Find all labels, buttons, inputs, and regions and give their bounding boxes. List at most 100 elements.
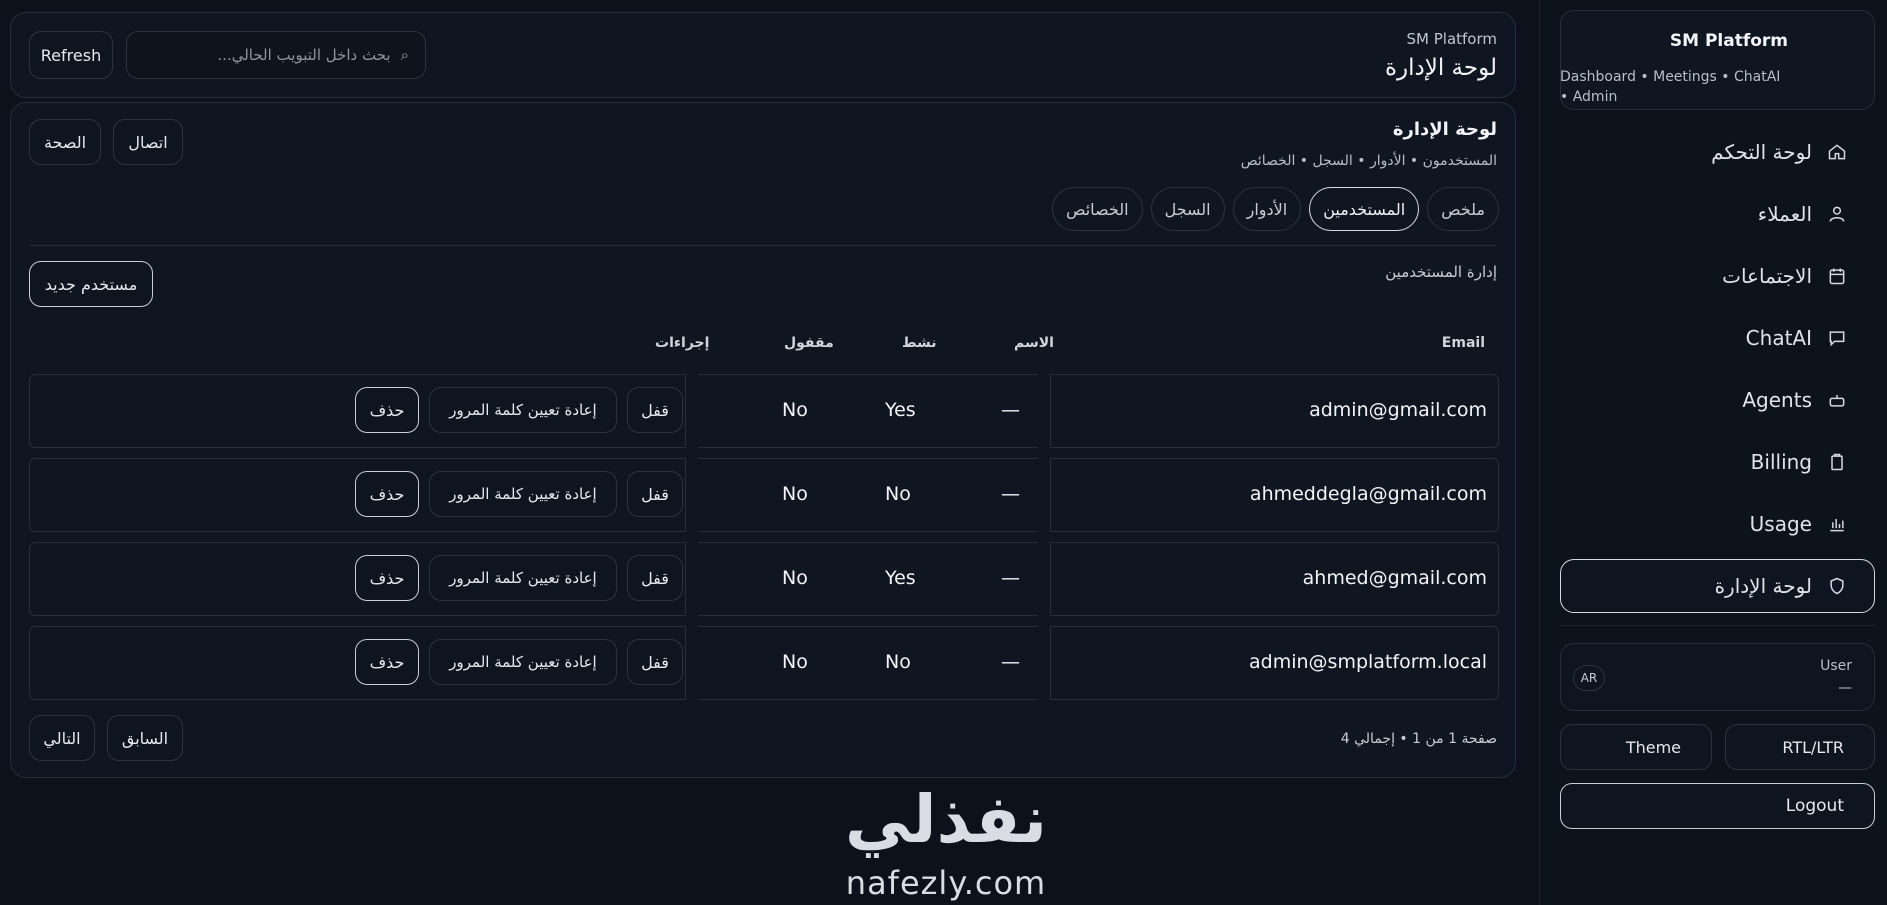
breadcrumb: SM Platform [1406, 30, 1498, 48]
column-header-name: الاسم [1014, 335, 1054, 351]
user-locked: No [782, 399, 808, 421]
brand-card: SM Platform Dashboard • Meetings • ChatA… [1560, 10, 1875, 110]
user-icon [1826, 203, 1848, 225]
rtl-toggle-button[interactable]: RTL/LTR [1725, 724, 1875, 770]
table-row: ahmeddegla@gmail.com — No No قفل إعادة ت… [29, 458, 1499, 532]
user-label: User [1820, 658, 1852, 674]
status-cell [698, 458, 1038, 532]
reset-password-button[interactable]: إعادة تعيين كلمة المرور [429, 387, 617, 433]
delete-button[interactable]: حذف [355, 387, 419, 433]
user-active: Yes [885, 567, 916, 589]
logout-button[interactable]: Logout [1560, 783, 1875, 829]
table-row: admin@smplatform.local — No No قفل إعادة… [29, 626, 1499, 700]
panel-subtitle: المستخدمون • الأدوار • السجل • الخصائص [1240, 153, 1497, 169]
sidebar-item-customers[interactable]: العملاء [1560, 187, 1875, 241]
next-page-button[interactable]: التالي [29, 715, 95, 761]
user-value: — [1838, 680, 1852, 696]
lock-button[interactable]: قفل [627, 387, 683, 433]
column-header-actions: إجراءات [655, 335, 710, 351]
lock-button[interactable]: قفل [627, 471, 683, 517]
brand-subtitle: Dashboard • Meetings • ChatAI • Admin [1560, 69, 1781, 105]
tab-log[interactable]: السجل [1150, 187, 1225, 231]
user-name: — [1001, 651, 1020, 673]
user-card: User — AR [1560, 643, 1875, 711]
column-header-locked: مقفول [784, 335, 834, 351]
sidebar-item-label: ChatAI [1745, 326, 1812, 350]
user-active: Yes [885, 399, 916, 421]
refresh-button[interactable]: Refresh [29, 31, 113, 79]
sidebar: SM Platform Dashboard • Meetings • ChatA… [1539, 0, 1887, 905]
search-icon: ⌕ [400, 46, 409, 64]
sidebar-item-usage[interactable]: Usage [1560, 497, 1875, 551]
sidebar-item-billing[interactable]: Billing [1560, 435, 1875, 489]
sidebar-item-label: الاجتماعات [1722, 264, 1812, 288]
table-header: Email الاسم نشط مقفول إجراءات [29, 335, 1497, 359]
bar-chart-icon [1826, 513, 1848, 535]
table-row: admin@gmail.com — Yes No قفل إعادة تعيين… [29, 374, 1499, 448]
watermark-url: nafezly.com [845, 864, 1047, 902]
sidebar-item-label: Agents [1742, 388, 1812, 412]
lock-button[interactable]: قفل [627, 639, 683, 685]
sidebar-item-dashboard[interactable]: لوحة التحكم [1560, 125, 1875, 179]
panel-divider [29, 245, 1497, 246]
status-cell [698, 374, 1038, 448]
sidebar-divider [1560, 625, 1875, 626]
search-input[interactable] [150, 46, 391, 64]
connection-button[interactable]: اتصال [113, 119, 183, 165]
sidebar-nav: لوحة التحكم العملاء الاجتماعات ChatAI Ag… [1560, 125, 1875, 621]
shield-icon [1826, 575, 1848, 597]
brand-title: SM Platform [1669, 31, 1788, 51]
clipboard-icon [1826, 451, 1848, 473]
home-icon [1826, 141, 1848, 163]
status-cell [698, 626, 1038, 700]
sidebar-item-label: Billing [1750, 450, 1812, 474]
column-header-active: نشط [902, 335, 937, 351]
chat-icon [1826, 327, 1848, 349]
user-email: ahmeddegla@gmail.com [1249, 483, 1487, 505]
tab-roles[interactable]: الأدوار [1232, 187, 1302, 231]
user-locked: No [782, 483, 808, 505]
user-name: — [1001, 567, 1020, 589]
user-active: No [885, 483, 911, 505]
new-user-button[interactable]: مستخدم جديد [29, 261, 153, 307]
sidebar-item-chatai[interactable]: ChatAI [1560, 311, 1875, 365]
search-box: ⌕ [126, 31, 426, 79]
pagination-info: صفحة 1 من 1 • إجمالي 4 [1340, 731, 1497, 747]
previous-page-button[interactable]: السابق [107, 715, 183, 761]
page-title: لوحة الإدارة [1384, 55, 1497, 81]
user-locked: No [782, 567, 808, 589]
column-header-email: Email [1441, 335, 1485, 351]
sidebar-item-meetings[interactable]: الاجتماعات [1560, 249, 1875, 303]
user-active: No [885, 651, 911, 673]
robot-icon [1826, 389, 1848, 411]
tab-summary[interactable]: ملخص [1427, 187, 1499, 231]
delete-button[interactable]: حذف [355, 471, 419, 517]
tab-properties[interactable]: الخصائص [1052, 187, 1143, 231]
sidebar-item-label: العملاء [1757, 202, 1812, 226]
delete-button[interactable]: حذف [355, 639, 419, 685]
lock-button[interactable]: قفل [627, 555, 683, 601]
theme-toggle-button[interactable]: Theme [1560, 724, 1712, 770]
language-badge[interactable]: AR [1573, 665, 1605, 691]
watermark-logo: نفذلي [845, 781, 1047, 858]
sidebar-item-agents[interactable]: Agents [1560, 373, 1875, 427]
sidebar-item-label: لوحة الإدارة [1714, 574, 1812, 598]
admin-tabs: ملخص المستخدمين الأدوار السجل الخصائص [1052, 187, 1499, 231]
reset-password-button[interactable]: إعادة تعيين كلمة المرور [429, 555, 617, 601]
delete-button[interactable]: حذف [355, 555, 419, 601]
sidebar-item-admin[interactable]: لوحة الإدارة [1560, 559, 1875, 613]
reset-password-button[interactable]: إعادة تعيين كلمة المرور [429, 639, 617, 685]
sidebar-item-label: Usage [1749, 512, 1812, 536]
status-cell [698, 542, 1038, 616]
user-email: ahmed@gmail.com [1302, 567, 1487, 589]
top-header: SM Platform لوحة الإدارة ⌕ Refresh [10, 12, 1516, 98]
section-title: إدارة المستخدمين [1385, 263, 1497, 281]
admin-panel: لوحة الإدارة المستخدمون • الأدوار • السج… [10, 102, 1516, 778]
tab-users[interactable]: المستخدمين [1309, 187, 1420, 231]
health-button[interactable]: الصحة [29, 119, 101, 165]
sidebar-item-label: لوحة التحكم [1711, 140, 1812, 164]
reset-password-button[interactable]: إعادة تعيين كلمة المرور [429, 471, 617, 517]
user-name: — [1001, 399, 1020, 421]
table-row: ahmed@gmail.com — Yes No قفل إعادة تعيين… [29, 542, 1499, 616]
user-email: admin@smplatform.local [1249, 651, 1487, 673]
